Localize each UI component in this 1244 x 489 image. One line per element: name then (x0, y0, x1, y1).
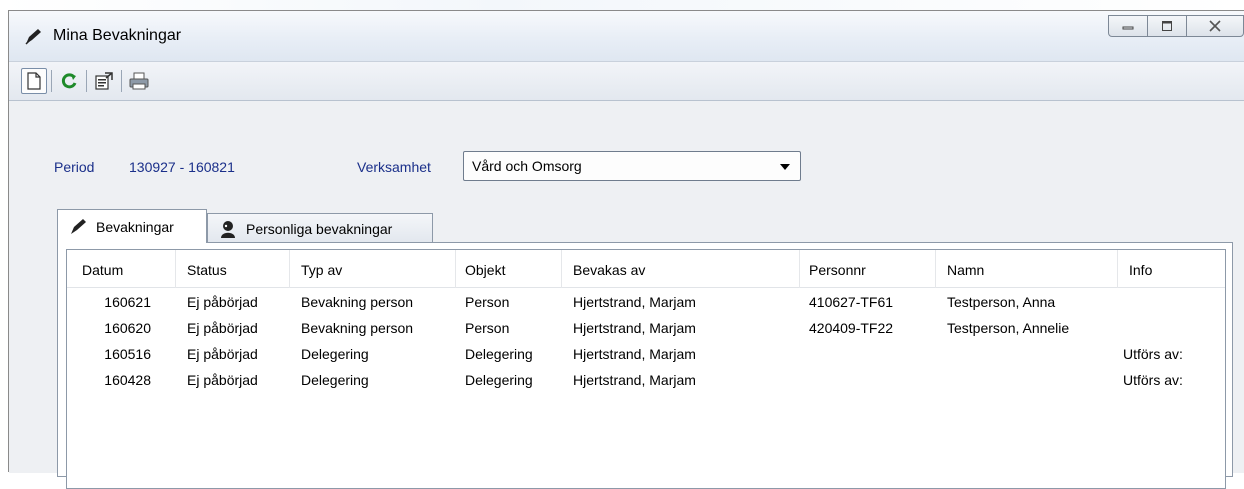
column-separator[interactable] (455, 250, 456, 288)
column-header-bevakas-av[interactable]: Bevakas av (573, 262, 645, 278)
column-separator[interactable] (561, 250, 562, 288)
person-icon (218, 219, 238, 239)
column-header-status[interactable]: Status (187, 262, 227, 278)
printer-icon (129, 72, 149, 90)
main-window: Mina Bevakningar Period 130927 - 160821 … (8, 10, 1244, 489)
cell-bevakas-av: Hjertstrand, Marjam (573, 372, 696, 388)
properties-button[interactable] (91, 68, 117, 94)
cell-datum: 160428 (104, 372, 151, 388)
toolbar (9, 61, 1244, 101)
cell-bevakas-av: Hjertstrand, Marjam (573, 346, 696, 362)
period-label: Period (54, 159, 95, 175)
cell-datum: 160516 (104, 346, 151, 362)
column-header-info[interactable]: Info (1129, 262, 1152, 278)
toolbar-separator (121, 70, 122, 92)
cell-objekt: Delegering (465, 372, 533, 388)
cell-typ: Delegering (301, 372, 369, 388)
cell-namn: Testperson, Annelie (947, 320, 1070, 336)
refresh-button[interactable] (56, 68, 82, 94)
column-header-datum[interactable]: Datum (82, 262, 123, 278)
verksamhet-label: Verksamhet (357, 159, 431, 175)
column-separator[interactable] (935, 250, 936, 288)
tab-label: Personliga bevakningar (246, 220, 393, 237)
column-separator[interactable] (1117, 250, 1118, 288)
cell-typ: Delegering (301, 346, 369, 362)
cell-status: Ej påbörjad (187, 346, 258, 362)
maximize-button[interactable] (1147, 15, 1187, 37)
new-button[interactable] (21, 68, 47, 94)
period-value: 130927 - 160821 (129, 159, 235, 175)
cell-objekt: Person (465, 320, 510, 336)
cell-objekt: Delegering (465, 346, 533, 362)
table-header: Datum Status Typ av Objekt Bevakas av Pe… (67, 250, 1225, 288)
window-title: Mina Bevakningar (53, 27, 182, 44)
cell-typ: Bevakning person (301, 294, 414, 310)
column-separator[interactable] (799, 250, 800, 288)
tab-label: Bevakningar (96, 218, 174, 235)
column-header-typ[interactable]: Typ av (301, 262, 342, 278)
cell-status: Ej påbörjad (187, 372, 258, 388)
pen-icon (68, 217, 88, 237)
cell-bevakas-av: Hjertstrand, Marjam (573, 320, 696, 336)
tab-panel: Datum Status Typ av Objekt Bevakas av Pe… (57, 242, 1233, 489)
table-row[interactable]: 160621 Ej påbörjad Bevakning person Pers… (67, 294, 1225, 320)
cell-personnr: 410627-TF61 (809, 294, 894, 310)
cell-personnr: 420409-TF22 (809, 320, 894, 336)
chevron-down-icon[interactable] (780, 164, 790, 170)
close-icon (1209, 20, 1221, 32)
cell-info: Utförs av: (1123, 346, 1183, 362)
cell-typ: Bevakning person (301, 320, 414, 336)
close-button[interactable] (1186, 15, 1244, 37)
cell-info: Utförs av: (1123, 372, 1183, 388)
maximize-icon (1162, 21, 1172, 31)
cell-namn: Testperson, Anna (947, 294, 1056, 310)
cell-datum: 160620 (104, 320, 151, 336)
verksamhet-dropdown[interactable]: Vård och Omsorg (463, 151, 801, 181)
column-header-namn[interactable]: Namn (947, 262, 984, 278)
table-row[interactable]: 160428 Ej påbörjad Delegering Delegering… (67, 372, 1225, 398)
cell-datum: 160621 (104, 294, 151, 310)
new-document-icon (27, 72, 41, 90)
cell-objekt: Person (465, 294, 510, 310)
bevakningar-list[interactable]: Datum Status Typ av Objekt Bevakas av Pe… (66, 249, 1226, 489)
content-area: Period 130927 - 160821 Verksamhet Vård o… (9, 101, 1244, 489)
column-header-personnr[interactable]: Personnr (809, 262, 866, 278)
print-button[interactable] (126, 68, 152, 94)
refresh-icon (61, 73, 77, 89)
window-controls (1108, 15, 1244, 39)
cell-status: Ej påbörjad (187, 320, 258, 336)
properties-icon (95, 72, 113, 90)
title-bar[interactable]: Mina Bevakningar (9, 11, 1244, 61)
tab-personliga-bevakningar[interactable]: Personliga bevakningar (207, 213, 433, 243)
table-row[interactable]: 160516 Ej påbörjad Delegering Delegering… (67, 346, 1225, 372)
column-separator[interactable] (175, 250, 176, 288)
pen-icon (23, 27, 43, 47)
table-row[interactable]: 160620 Ej påbörjad Bevakning person Pers… (67, 320, 1225, 346)
cell-status: Ej påbörjad (187, 294, 258, 310)
minimize-icon (1122, 26, 1134, 30)
column-separator[interactable] (289, 250, 290, 288)
minimize-button[interactable] (1108, 15, 1148, 37)
tab-bevakningar[interactable]: Bevakningar (57, 209, 207, 243)
toolbar-separator (86, 70, 87, 92)
cell-bevakas-av: Hjertstrand, Marjam (573, 294, 696, 310)
column-header-objekt[interactable]: Objekt (465, 262, 505, 278)
verksamhet-selected-value: Vård och Omsorg (472, 158, 582, 174)
toolbar-separator (51, 70, 52, 92)
